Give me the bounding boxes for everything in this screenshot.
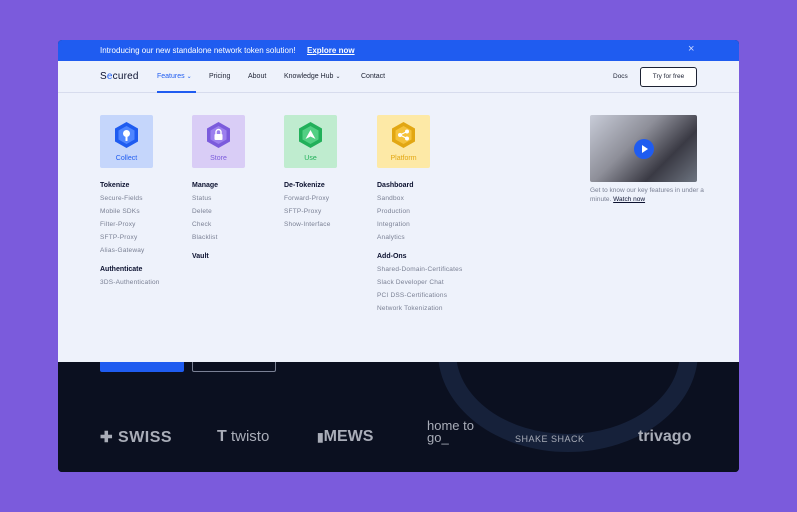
try-for-free-button[interactable]: Try for free [640,67,697,87]
brand-logo-twisto: T twisto [217,428,270,445]
video-caption: Get to know our key features in under a … [590,187,704,203]
arrow-up-icon [299,122,322,148]
tile-use[interactable]: Use [284,115,337,168]
primary-cta-button[interactable] [100,362,184,372]
lock-icon [207,122,230,148]
tile-label: Collect [115,155,138,162]
group-heading: De-Tokenize [284,182,325,189]
menu-link[interactable]: Blacklist [192,234,245,241]
group-heading: Tokenize [100,182,130,189]
tile-label: Use [304,155,317,162]
group-heading: Authenticate [100,266,143,273]
bulb-icon [115,122,138,148]
chevron-down-icon: ⌄ [335,74,341,80]
tile-label: Store [210,155,227,162]
column-collect: Collect Tokenize Secure-Fields Mobile SD… [100,115,160,286]
play-icon[interactable] [634,139,654,159]
secondary-cta-button[interactable] [192,362,276,372]
menu-link[interactable]: SFTP-Proxy [100,234,160,241]
menu-link[interactable]: Production [377,208,462,215]
menu-link[interactable]: Network Tokenization [377,305,462,312]
menu-link[interactable]: Integration [377,221,462,228]
share-icon [392,122,415,148]
features-mega-menu: Collect Tokenize Secure-Fields Mobile SD… [58,93,739,362]
tile-collect[interactable]: Collect [100,115,153,168]
group-heading: Manage [192,182,219,189]
tile-label: Platform [390,155,417,162]
announcement-text: Introducing our new standalone network t… [100,46,296,55]
menu-link[interactable]: SFTP-Proxy [284,208,337,215]
docs-link[interactable]: Docs [613,73,628,80]
column-store: Store Manage Status Delete Check Blackli… [192,115,245,260]
brand-logo-hometogo: home to go_ [427,418,474,445]
brand-logo-shakeshack: SHAKE SHACK [515,434,585,444]
nav-pricing[interactable]: Pricing [209,73,230,80]
tile-store[interactable]: Store [192,115,245,168]
menu-link[interactable]: Show-Interface [284,221,337,228]
menu-link[interactable]: Check [192,221,245,228]
menu-link[interactable]: 3DS-Authentication [100,279,160,286]
swiss-cross-icon: ✚ [100,429,114,446]
brand-logo-swiss: ✚ SWISS [100,429,173,446]
video-thumbnail[interactable] [590,115,697,182]
menu-link[interactable]: Filter-Proxy [100,221,160,228]
watch-now-link[interactable]: Watch now [613,196,645,203]
nav-features[interactable]: Features ⌄ [157,73,192,80]
group-heading[interactable]: Vault [192,253,245,260]
menu-link[interactable]: Slack Developer Chat [377,279,462,286]
close-icon[interactable]: × [688,43,694,55]
menu-link[interactable]: Analytics [377,234,462,241]
brand-logo-trivago: trivago [638,428,692,445]
menu-link[interactable]: Forward-Proxy [284,195,337,202]
brand-logo-mews: ▮MEWS [317,428,374,445]
tile-platform[interactable]: Platform [377,115,430,168]
column-use: Use De-Tokenize Forward-Proxy SFTP-Proxy… [284,115,337,228]
menu-link[interactable]: Delete [192,208,245,215]
column-platform: Platform Dashboard Sandbox Production In… [377,115,462,312]
menu-link[interactable]: Shared-Domain-Certificates [377,266,462,273]
menu-link[interactable]: Secure-Fields [100,195,160,202]
browser-window: Introducing our new standalone network t… [58,40,739,472]
chevron-down-icon: ⌄ [186,74,192,80]
menu-link[interactable]: Mobile SDKs [100,208,160,215]
group-heading: Add-Ons [377,253,407,260]
nav-knowledge-hub[interactable]: Knowledge Hub ⌄ [284,73,340,80]
announcement-bar: Introducing our new standalone network t… [58,40,739,61]
top-navigation: Secured Features ⌄ Pricing About Knowledg… [58,61,739,93]
menu-link[interactable]: Sandbox [377,195,462,202]
logo[interactable]: Secured [100,71,139,82]
hero-background: ✚ SWISS T twisto ▮MEWS home to go_ SHAKE… [58,362,739,472]
nav-contact[interactable]: Contact [361,73,385,80]
explore-now-link[interactable]: Explore now [307,46,355,55]
nav-about[interactable]: About [248,73,266,80]
menu-link[interactable]: PCI DSS-Certifications [377,292,462,299]
menu-link[interactable]: Alias-Gateway [100,247,160,254]
menu-link[interactable]: Status [192,195,245,202]
group-heading: Dashboard [377,182,414,189]
